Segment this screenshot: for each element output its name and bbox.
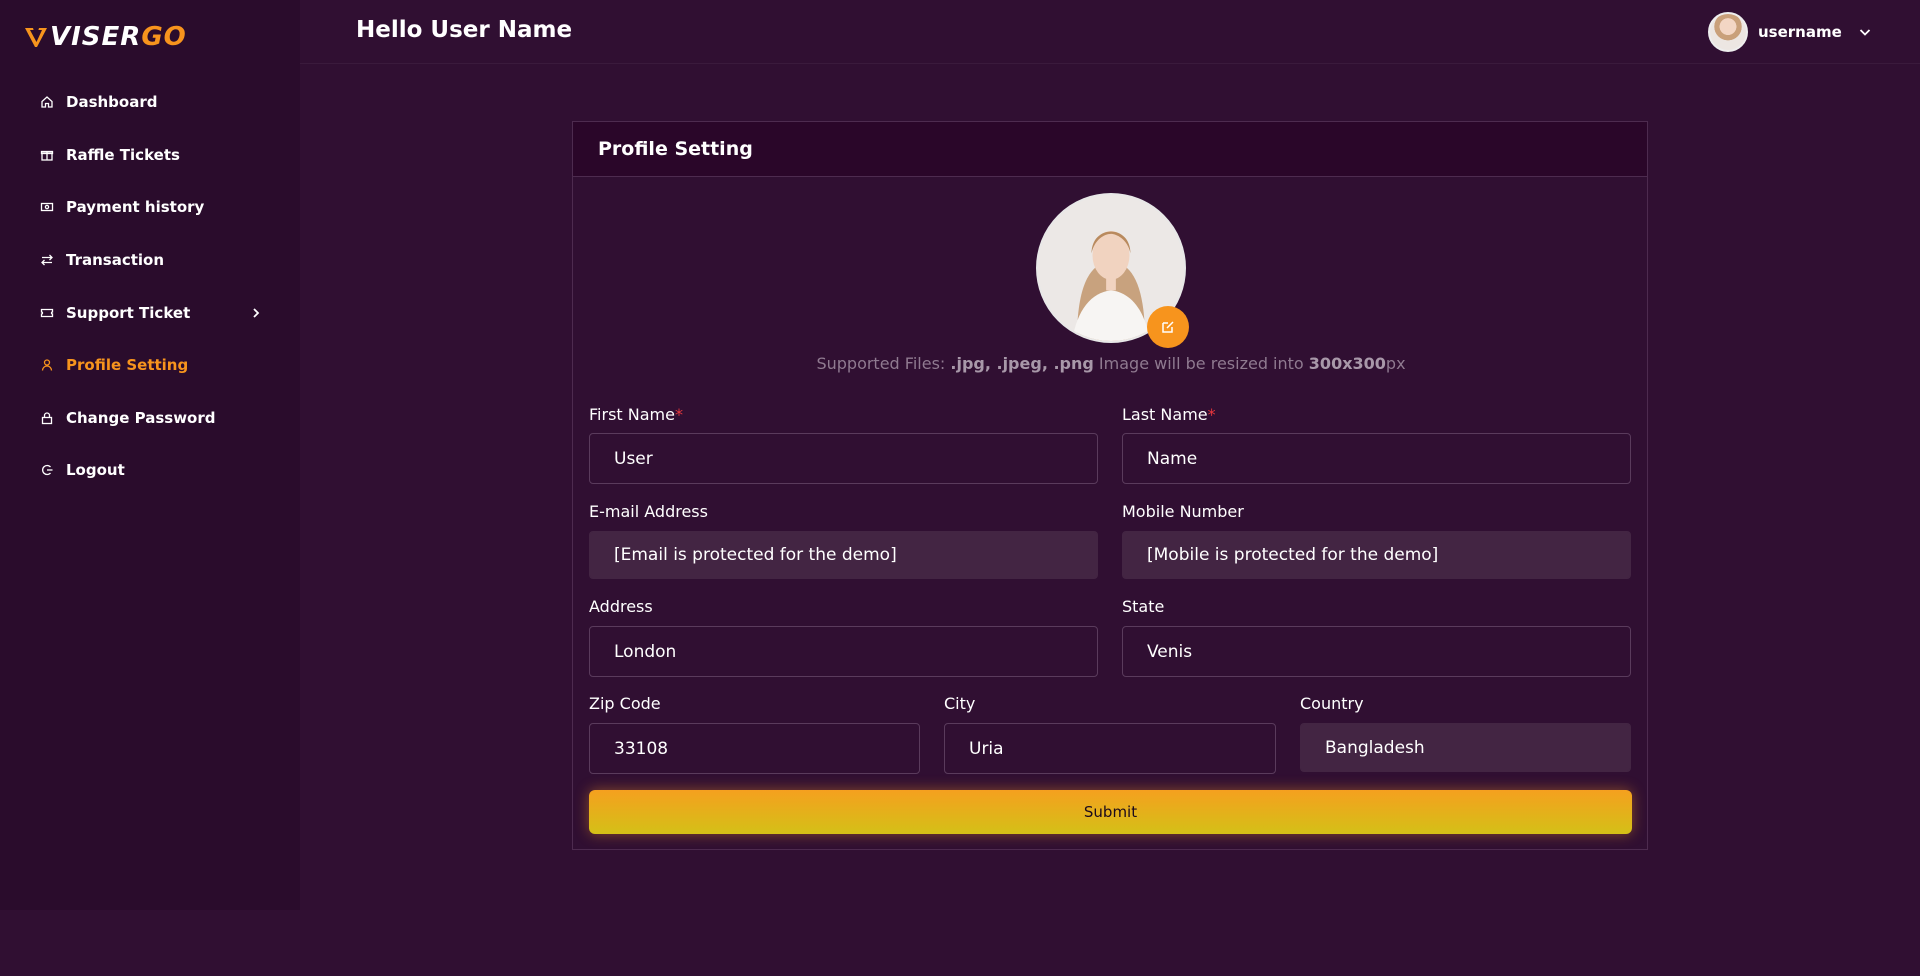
sidebar-item-label: Logout bbox=[66, 461, 125, 480]
sidebar-item-label: Payment history bbox=[66, 198, 205, 217]
sidebar-item-label: Support Ticket bbox=[66, 303, 191, 322]
sidebar-item-payment-history[interactable]: Payment history bbox=[0, 181, 300, 234]
chevron-right-icon bbox=[253, 308, 260, 318]
chevron-down-icon bbox=[1859, 29, 1870, 36]
sidebar-item-change-password[interactable]: Change Password bbox=[0, 392, 300, 445]
top-header: Hello User Name username bbox=[300, 0, 1920, 64]
state-field[interactable] bbox=[1122, 626, 1631, 677]
last-name-label-text: Last Name bbox=[1122, 405, 1208, 424]
sidebar-item-label: Transaction bbox=[66, 251, 165, 270]
avatar bbox=[1708, 12, 1748, 52]
email-field[interactable] bbox=[589, 531, 1098, 579]
sidebar-item-support-ticket[interactable]: Support Ticket bbox=[0, 286, 300, 339]
profile-setting-card: Profile Setting Supported Files: .jpg, .… bbox=[572, 121, 1648, 850]
sidebar-item-label: Profile Setting bbox=[66, 356, 189, 375]
sidebar-item-logout[interactable]: Logout bbox=[0, 444, 300, 497]
mobile-label: Mobile Number bbox=[1122, 502, 1244, 521]
state-label: State bbox=[1122, 597, 1165, 616]
country-label: Country bbox=[1300, 694, 1364, 713]
supported-unit: px bbox=[1385, 354, 1406, 373]
supported-files-note: Supported Files: .jpg, .jpeg, .png Image… bbox=[573, 354, 1649, 373]
supported-mid: Image will be resized into bbox=[1093, 354, 1309, 373]
sidebar-item-profile-setting[interactable]: Profile Setting bbox=[0, 339, 300, 392]
sidebar: VISER GO Dashboard Raffle Tickets Payment… bbox=[0, 0, 300, 910]
sidebar-item-transaction[interactable]: Transaction bbox=[0, 234, 300, 287]
user-icon bbox=[40, 358, 54, 372]
lock-icon bbox=[40, 411, 54, 425]
gift-icon bbox=[40, 148, 54, 162]
supported-types: .jpg, .jpeg, .png bbox=[950, 354, 1094, 373]
submit-button[interactable]: Submit bbox=[589, 790, 1632, 834]
zip-code-field[interactable] bbox=[589, 723, 920, 774]
last-name-field[interactable] bbox=[1122, 433, 1631, 484]
address-field[interactable] bbox=[589, 626, 1098, 677]
required-mark: * bbox=[1207, 405, 1216, 424]
edit-photo-button[interactable] bbox=[1147, 306, 1189, 348]
ticket-icon bbox=[40, 306, 54, 320]
email-label: E-mail Address bbox=[589, 502, 708, 521]
first-name-label: First Name* bbox=[589, 405, 683, 424]
first-name-field[interactable] bbox=[589, 433, 1098, 484]
required-mark: * bbox=[674, 405, 683, 424]
edit-icon bbox=[1162, 321, 1174, 333]
zip-code-label: Zip Code bbox=[589, 694, 661, 713]
money-icon bbox=[40, 200, 54, 214]
greeting-title: Hello User Name bbox=[356, 17, 573, 43]
logo-text-orange: GO bbox=[141, 22, 187, 52]
sidebar-item-label: Dashboard bbox=[66, 93, 158, 112]
sidebar-item-dashboard[interactable]: Dashboard bbox=[0, 76, 300, 129]
supported-size: 300x300 bbox=[1308, 354, 1386, 373]
last-name-label: Last Name* bbox=[1122, 405, 1216, 424]
home-icon bbox=[40, 95, 54, 109]
city-label: City bbox=[944, 694, 976, 713]
user-menu[interactable]: username bbox=[1708, 12, 1872, 52]
card-title: Profile Setting bbox=[573, 122, 1647, 177]
logo-text-white: VISER bbox=[50, 22, 142, 52]
logo-mark-icon bbox=[25, 28, 47, 47]
city-field[interactable] bbox=[944, 723, 1276, 774]
profile-image-wrapper bbox=[1036, 193, 1189, 348]
exchange-icon bbox=[40, 253, 54, 267]
country-field[interactable] bbox=[1300, 723, 1631, 772]
mobile-field[interactable] bbox=[1122, 531, 1631, 579]
address-label: Address bbox=[589, 597, 653, 616]
logout-icon bbox=[40, 463, 54, 477]
username-label: username bbox=[1758, 23, 1842, 41]
logo[interactable]: VISER GO bbox=[24, 22, 187, 52]
sidebar-item-raffle-tickets[interactable]: Raffle Tickets bbox=[0, 129, 300, 182]
sidebar-item-label: Raffle Tickets bbox=[66, 145, 180, 164]
first-name-label-text: First Name bbox=[589, 405, 675, 424]
sidebar-nav: Dashboard Raffle Tickets Payment history… bbox=[0, 76, 300, 497]
supported-prefix: Supported Files: bbox=[816, 354, 951, 373]
sidebar-item-label: Change Password bbox=[66, 408, 216, 427]
